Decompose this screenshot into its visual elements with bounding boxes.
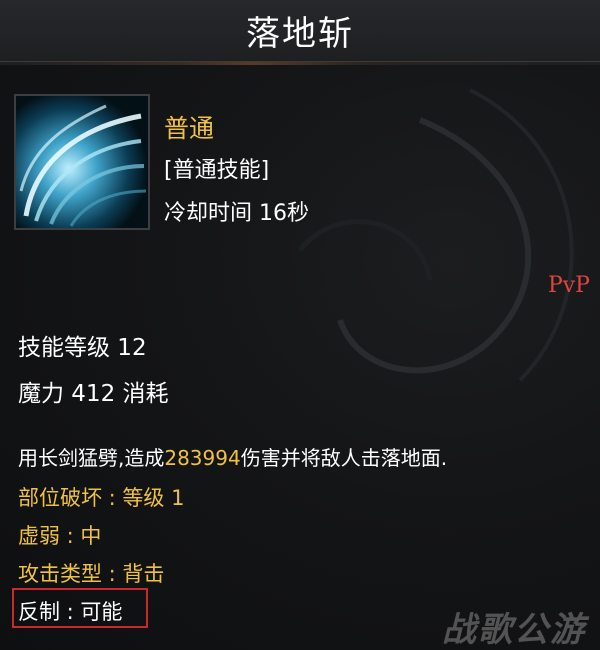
cooldown-label: 冷却时间 16秒 bbox=[164, 201, 309, 226]
skill-description: 用长剑猛劈,造成283994伤害并将敌人击落地面. bbox=[18, 442, 447, 471]
mana-cost-label: 魔力 412 消耗 bbox=[18, 381, 169, 407]
damage-value: 283994 bbox=[164, 446, 241, 470]
title-bar: 落地斩 bbox=[0, 0, 600, 62]
skill-level-label: 技能等级 12 bbox=[18, 335, 147, 361]
skill-type-label: 普通 bbox=[164, 114, 215, 143]
watermark-logo: 战歌公游 bbox=[442, 610, 586, 650]
skill-category-label: [普通技能] bbox=[164, 158, 270, 183]
title-divider bbox=[0, 62, 600, 65]
property-weakness: 虚弱 : 中 bbox=[18, 524, 102, 548]
property-attack-type: 攻击类型 : 背击 bbox=[18, 562, 165, 586]
counter-highlight-box bbox=[12, 588, 148, 628]
description-prefix: 用长剑猛劈,造成 bbox=[18, 446, 165, 470]
property-part-break: 部位破坏 : 等级 1 bbox=[18, 486, 185, 510]
skill-title: 落地斩 bbox=[246, 14, 354, 54]
pvp-badge: PvP bbox=[547, 273, 590, 298]
description-suffix: 伤害并将敌人击落地面. bbox=[240, 446, 448, 470]
sword-swirl-icon bbox=[14, 94, 150, 230]
skill-tooltip: 落地斩 普通 [普通技能] 冷却时间 16秒 PvP 技能等级 12 魔力 41… bbox=[0, 0, 600, 650]
